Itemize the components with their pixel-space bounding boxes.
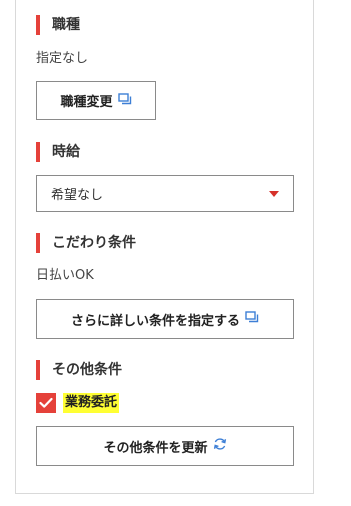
job-type-value: 指定なし: [36, 51, 89, 66]
external-window-icon: [117, 92, 132, 109]
preferences-value: 日払いOK: [36, 268, 94, 283]
section-heading-other-conditions: その他条件: [36, 360, 122, 380]
update-other-conditions-button[interactable]: その他条件を更新: [36, 426, 294, 466]
detailed-conditions-label: さらに詳しい条件を指定する: [70, 313, 240, 329]
update-other-conditions-label: その他条件を更新: [103, 440, 208, 456]
change-job-type-button[interactable]: 職種変更: [36, 81, 156, 120]
outsourcing-checkbox-label[interactable]: 業務委託: [63, 393, 120, 413]
outsourcing-checkbox[interactable]: [36, 393, 56, 413]
change-job-type-label: 職種変更: [60, 95, 113, 110]
section-heading-job-type: 職種: [36, 15, 80, 35]
hourly-wage-select[interactable]: 希望なし: [36, 175, 294, 212]
refresh-icon: [213, 437, 227, 455]
detailed-conditions-button[interactable]: さらに詳しい条件を指定する: [36, 299, 294, 339]
external-window-icon: [245, 311, 259, 327]
check-icon: [39, 397, 53, 408]
dropdown-caret-icon: [269, 191, 279, 197]
section-heading-hourly-wage: 時給: [36, 142, 80, 162]
section-heading-preferences: こだわり条件: [36, 233, 136, 253]
hourly-wage-selected-value: 希望なし: [51, 188, 104, 203]
